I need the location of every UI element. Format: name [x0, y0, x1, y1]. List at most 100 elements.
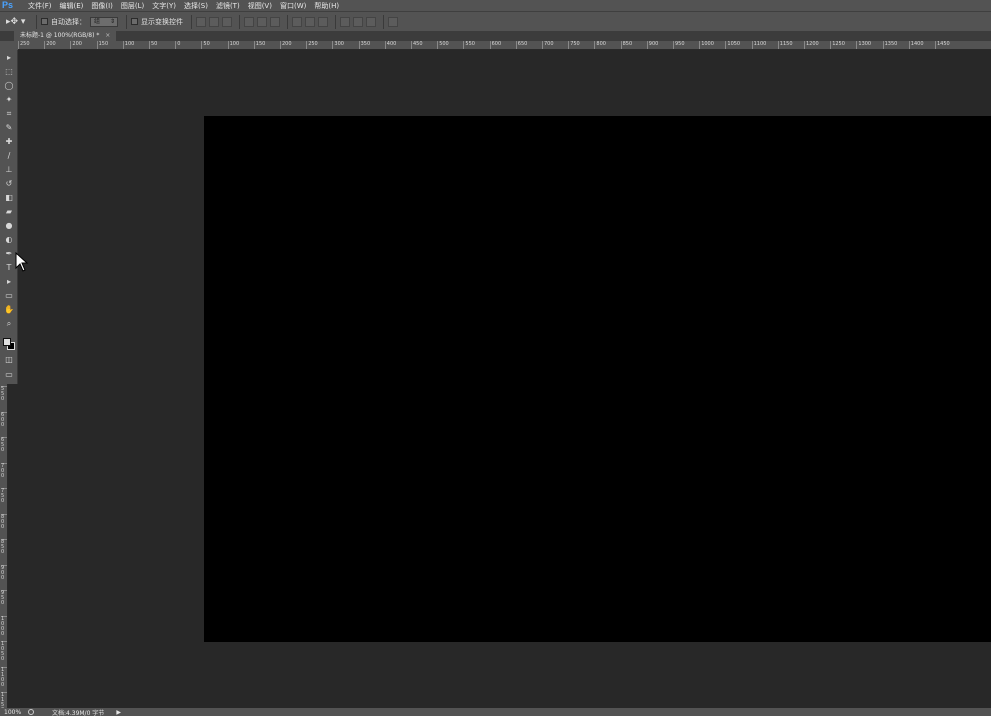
ruler-tick-label: 250: [306, 41, 318, 49]
type-icon[interactable]: T: [3, 262, 15, 273]
document-canvas[interactable]: [204, 116, 991, 642]
zoom-level[interactable]: 100%: [4, 709, 24, 716]
show-transform-checkbox[interactable]: [131, 18, 138, 25]
document-tab-strip: 未标题-1 @ 100%(RGB/8) * ×: [0, 31, 991, 41]
align-vertical-centers-icon[interactable]: [209, 16, 219, 27]
screen-mode-icon[interactable]: ▭: [3, 369, 15, 380]
document-size: 文档:4.39M/0 字节: [52, 709, 105, 716]
menu-window[interactable]: 窗口(W): [280, 1, 306, 11]
ruler-tick-label: 100: [227, 41, 239, 49]
doc-info-icon[interactable]: [28, 709, 34, 715]
magic-wand-icon[interactable]: ✦: [3, 94, 15, 105]
ruler-tick-label: 750: [568, 41, 580, 49]
options-bar: ▸✥ ▾ 自动选择： 组 显示变换控件: [0, 11, 991, 31]
ruler-tick-label: 150: [253, 41, 265, 49]
ruler-tick-label: 950: [673, 41, 685, 49]
eraser-icon[interactable]: ◧: [3, 192, 15, 203]
menu-file[interactable]: 文件(F): [28, 1, 52, 11]
separator: [191, 14, 192, 29]
status-menu-arrow-icon[interactable]: ▶: [116, 709, 121, 716]
crop-icon[interactable]: ⌗: [3, 108, 15, 119]
photoshop-logo: Ps: [2, 0, 14, 10]
gradient-icon[interactable]: ▰: [3, 206, 15, 217]
workspace: [18, 50, 991, 708]
path-select-icon[interactable]: ▸: [3, 276, 15, 287]
stamp-icon[interactable]: ⊥: [3, 164, 15, 175]
horizontal-ruler[interactable]: 250 200 200 150 100 50 0 50 100 150 200 250 300 350 40…: [18, 41, 991, 50]
distribute-horizontal-centers-icon[interactable]: [353, 16, 363, 27]
ruler-tick-label: 650: [1, 437, 7, 453]
ruler-tick-label: 50: [201, 41, 210, 49]
distribute-vertical-centers-icon[interactable]: [305, 16, 315, 27]
menu-help[interactable]: 帮助(H): [314, 1, 339, 11]
ruler-tick-label: 1350: [882, 41, 897, 49]
menu-filter[interactable]: 滤镜(T): [216, 1, 240, 11]
menu-edit[interactable]: 编辑(E): [60, 1, 84, 11]
ruler-tick-label: 1400: [908, 41, 924, 49]
history-brush-icon[interactable]: ↺: [3, 178, 15, 189]
distribute-bottom-icon[interactable]: [318, 16, 328, 27]
auto-select-dropdown[interactable]: 组: [90, 16, 118, 27]
vertical-ruler[interactable]: 550 600 650 700 750 800 850 900 950 1000 1050 1100 1…: [0, 384, 8, 708]
ruler-tick-label: 1250: [830, 41, 845, 49]
separator: [287, 14, 288, 29]
menu-type[interactable]: 文字(Y): [152, 1, 176, 11]
ruler-tick-label: 550: [1, 386, 7, 402]
ruler-tick-label: 300: [332, 41, 344, 49]
align-top-edges-icon[interactable]: [196, 16, 206, 27]
brush-icon[interactable]: ∕: [3, 150, 15, 161]
ruler-tick-label: 900: [646, 41, 658, 49]
ruler-tick-label: 650: [515, 41, 527, 49]
ruler-corner[interactable]: [0, 41, 18, 50]
align-bottom-edges-icon[interactable]: [222, 16, 232, 27]
auto-select-checkbox[interactable]: [41, 18, 48, 25]
ruler-tick-label: 1050: [1, 641, 7, 662]
healing-icon[interactable]: ✚: [3, 136, 15, 147]
close-icon[interactable]: ×: [105, 32, 110, 39]
ruler-tick-label: 1050: [725, 41, 740, 49]
hand-icon[interactable]: ✋: [3, 304, 15, 315]
move-icon[interactable]: ▸: [3, 52, 15, 63]
ruler-tick-label: 750: [1, 488, 7, 504]
ruler-tick-label: 800: [594, 41, 606, 49]
ruler-tick-label: 250: [18, 41, 30, 49]
ruler-tick-label: 1150: [777, 41, 793, 49]
ruler-tick-label: 850: [620, 41, 632, 49]
foreground-color-swatch[interactable]: [3, 338, 11, 346]
align-left-edges-icon[interactable]: [244, 16, 254, 27]
dodge-icon[interactable]: ◐: [3, 234, 15, 245]
menu-select[interactable]: 选择(S): [184, 1, 208, 11]
document-modified-marker: *: [96, 32, 100, 39]
separator: [335, 14, 336, 29]
ruler-tick-label: 200: [44, 41, 56, 49]
ruler-tick-label: 200: [280, 41, 292, 49]
ruler-tick-label: 500: [437, 41, 449, 49]
auto-align-layers-icon[interactable]: [388, 16, 398, 27]
blur-icon[interactable]: ●: [3, 220, 15, 231]
tools-panel: ◫ ▭ ▸ ⬚ ◯ ✦ ⌗ ✎ ✚ ∕ ⊥ ↺ ◧ ▰ ● ◐ ✒ T ▸ ▭ ✋ ⌕: [0, 50, 18, 384]
ruler-tick-label: 950: [1, 590, 7, 606]
document-tab[interactable]: 未标题-1 @ 100%(RGB/8) * ×: [14, 31, 117, 41]
align-right-edges-icon[interactable]: [270, 16, 280, 27]
distribute-left-icon[interactable]: [340, 16, 350, 27]
document-tab-title: 未标题-1 @ 100%(RGB/8): [20, 32, 95, 39]
ruler-tick-label: 0: [175, 41, 180, 49]
tool-preset-picker[interactable]: ▸✥ ▾: [6, 15, 32, 29]
shape-icon[interactable]: ▭: [3, 290, 15, 301]
distribute-right-icon[interactable]: [366, 16, 376, 27]
marquee-icon[interactable]: ⬚: [3, 66, 15, 77]
ruler-tick-label: 450: [411, 41, 423, 49]
ruler-tick-label: 1300: [856, 41, 871, 49]
auto-select-label: 自动选择：: [51, 17, 86, 26]
ruler-tick-label: 150: [96, 41, 108, 49]
menu-layer[interactable]: 图层(L): [121, 1, 144, 11]
eyedropper-icon[interactable]: ✎: [3, 122, 15, 133]
pen-icon[interactable]: ✒: [3, 248, 15, 259]
quick-mask-icon[interactable]: ◫: [3, 354, 15, 365]
lasso-icon[interactable]: ◯: [3, 80, 15, 91]
menu-view[interactable]: 视图(V): [248, 1, 272, 11]
menu-image[interactable]: 图像(I): [91, 1, 113, 11]
distribute-top-icon[interactable]: [292, 16, 302, 27]
zoom-icon[interactable]: ⌕: [3, 318, 15, 329]
align-horizontal-centers-icon[interactable]: [257, 16, 267, 27]
